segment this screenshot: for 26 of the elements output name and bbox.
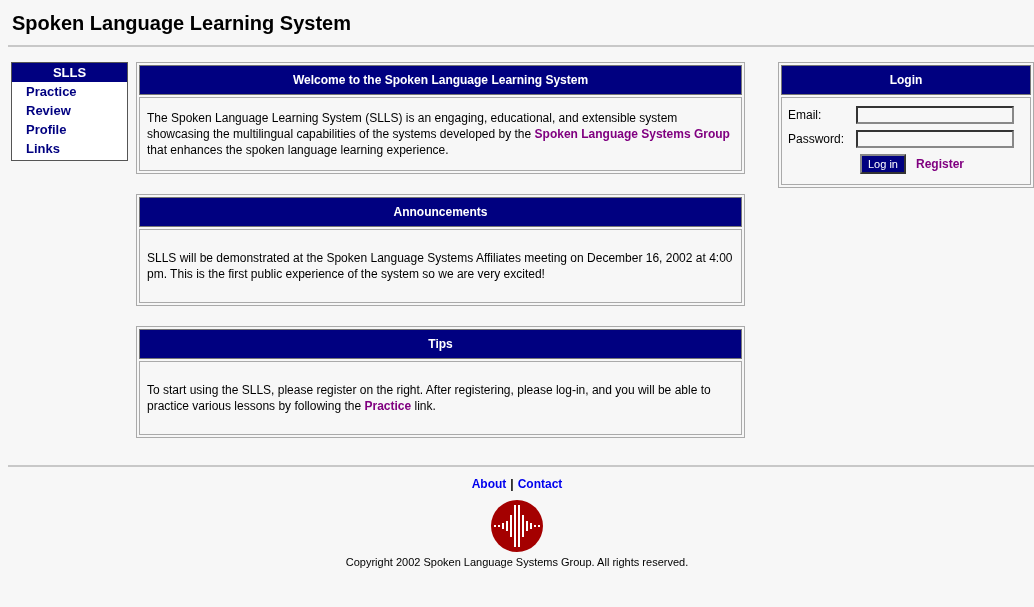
copyright-text: Copyright 2002 Spoken Language Systems Group. All rights reserved.	[345, 556, 689, 568]
panel-text: To start using the SLLS, please register on the right. After registering, please log-in, and you will be able to practice various lessons by following the Practice link.	[147, 382, 712, 414]
email-label: Email:	[788, 108, 823, 122]
sidebar-title: SLLS	[12, 63, 127, 82]
sidebar-link[interactable]: Links	[12, 139, 127, 158]
site-title: Spoken Language Learning System	[11, 11, 352, 36]
password-label: Password:	[788, 132, 846, 146]
footer-link[interactable]: About	[471, 477, 507, 491]
text-link[interactable]: Spoken Language Systems Group	[534, 127, 730, 141]
link-separator: |	[510, 477, 514, 491]
sidebar-link[interactable]: Practice	[12, 82, 127, 101]
password-field[interactable]	[856, 130, 1014, 148]
footer-link[interactable]: Contact	[517, 477, 563, 491]
panel-title: Announcements	[139, 197, 742, 227]
sidebar-link[interactable]: Review	[12, 101, 127, 120]
sound-wave-logo-icon	[489, 499, 545, 553]
text-link[interactable]: Practice	[364, 399, 412, 413]
login-button[interactable]: Log in	[860, 154, 906, 174]
register-link[interactable]: Register	[916, 157, 964, 171]
panel-text: The Spoken Language Learning System (SLLS) is an engaging, educational, and extensible system showcasing the multilingual capabilities of the systems developed by the Spoken Language Systems Group that enhances the spoken language learning experience.	[147, 110, 731, 158]
email-field[interactable]	[856, 106, 1014, 124]
login-title: Login	[781, 65, 1031, 95]
panel-title: Tips	[139, 329, 742, 359]
panel-text: SLLS will be demonstrated at the Spoken Language Systems Affiliates meeting on December 16, 2002 at 4:00 pm. This is the first public experience of the system so we are very excited!	[147, 250, 734, 282]
panel-title: Welcome to the Spoken Language Learning System	[139, 65, 742, 95]
sidebar-link[interactable]: Profile	[12, 120, 127, 139]
